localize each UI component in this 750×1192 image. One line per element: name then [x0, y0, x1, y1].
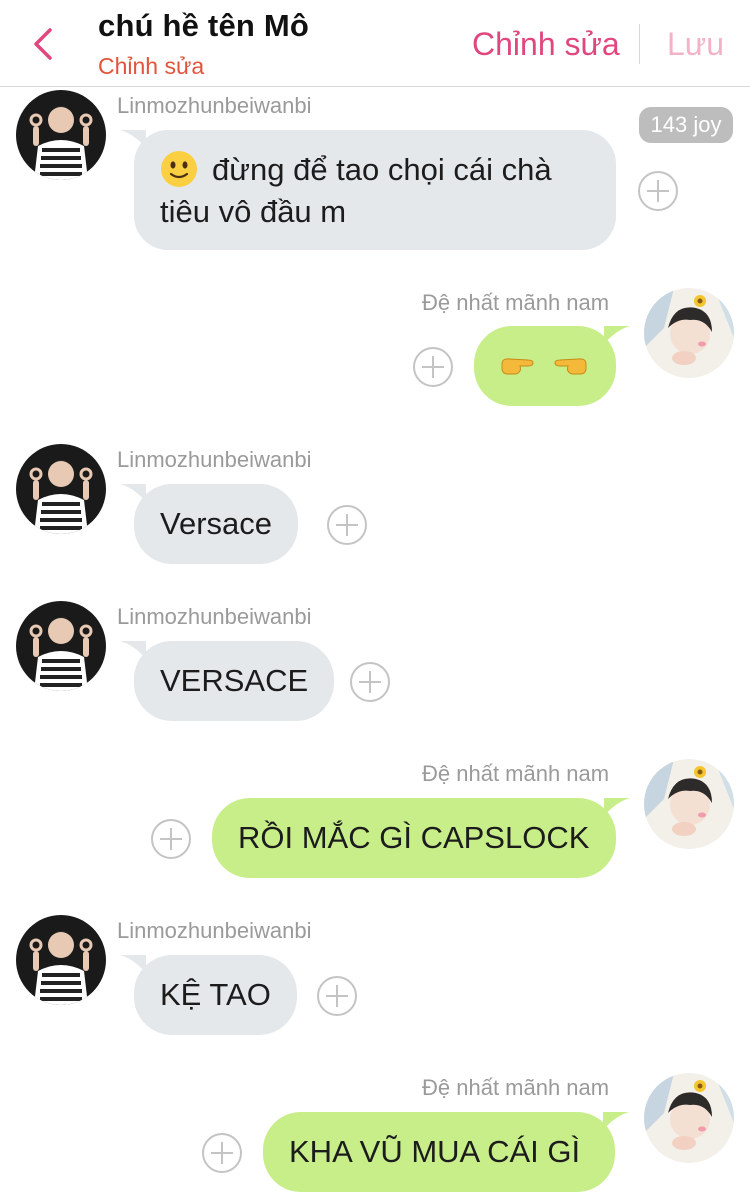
avatar[interactable] [644, 288, 734, 378]
contact-avatar-icon [16, 90, 106, 180]
bubble-tail [120, 484, 146, 502]
add-reaction-icon[interactable] [350, 662, 390, 702]
sender-name: Đệ nhất mãnh nam [422, 290, 610, 315]
message-text: đừng để tao chọi cái chà [212, 152, 552, 187]
message-text: RỒI MẮC GÌ CAPSLOCK [238, 820, 590, 855]
message-bubble[interactable]: Versace [120, 484, 299, 564]
add-reaction-icon[interactable] [202, 1133, 242, 1173]
chat-subtitle: Chỉnh sửa [98, 53, 205, 79]
sender-name: Linmozhunbeiwanbi [117, 918, 312, 943]
avatar[interactable] [16, 601, 106, 691]
add-reaction-icon[interactable] [638, 171, 678, 211]
avatar[interactable] [16, 90, 106, 180]
avatar[interactable] [16, 915, 106, 1005]
user-avatar-icon [644, 759, 734, 849]
message-bubble[interactable]: VERSACE [120, 641, 335, 721]
reaction-count-badge[interactable]: 143 joy [639, 107, 733, 143]
edit-button[interactable]: Chỉnh sửa [472, 26, 620, 63]
contact-avatar-icon [16, 915, 106, 1005]
user-avatar-icon [644, 288, 734, 378]
avatar[interactable] [16, 444, 106, 534]
message-text: Versace [160, 506, 273, 541]
message-text: KHA VŨ MUA CÁI GÌ [289, 1134, 581, 1169]
contact-avatar-icon [16, 601, 106, 691]
sender-name: Linmozhunbeiwanbi [117, 604, 312, 629]
bubble-tail [604, 798, 630, 816]
sender-name: Đệ nhất mãnh nam [422, 761, 610, 786]
add-reaction-icon[interactable] [151, 819, 191, 859]
message-text: KỆ TAO [160, 977, 271, 1012]
message-bubble[interactable]: KỆ TAO [120, 955, 297, 1035]
pointing-left-icon [554, 358, 587, 375]
avatar[interactable] [644, 759, 734, 849]
message-bubble[interactable]: RỒI MẮC GÌ CAPSLOCK [212, 798, 630, 878]
message-bubble[interactable]: đừng để tao chọi cái chà tiêu vô đầu m [120, 130, 616, 250]
bubble-tail [603, 1112, 629, 1130]
user-avatar-icon [644, 1073, 734, 1163]
bubble-tail [120, 955, 146, 973]
pointing-right-icon [501, 358, 534, 375]
bubble-tail [604, 326, 630, 344]
message-text: VERSACE [160, 663, 309, 698]
slightly-smiling-face-icon [161, 150, 197, 187]
add-reaction-icon[interactable] [327, 505, 367, 545]
header-divider [639, 24, 640, 64]
message-text: tiêu vô đầu m [160, 194, 347, 229]
sender-name: Linmozhunbeiwanbi [117, 447, 312, 472]
bubble-tail [120, 130, 146, 148]
chat-title: chú hề tên Mô [98, 8, 309, 43]
bubble-tail [120, 641, 146, 659]
sender-name: Đệ nhất mãnh nam [422, 1075, 610, 1100]
add-reaction-icon[interactable] [317, 976, 357, 1016]
save-button[interactable]: Lưu [667, 26, 724, 63]
add-reaction-icon[interactable] [413, 347, 453, 387]
contact-avatar-icon [16, 444, 106, 534]
back-chevron-icon[interactable] [28, 26, 64, 62]
message-bubble[interactable] [474, 326, 630, 406]
avatar[interactable] [644, 1073, 734, 1163]
sender-name: Linmozhunbeiwanbi [117, 93, 312, 118]
chat-header: chú hề tên Mô Chỉnh sửa Chỉnh sửa Lưu [0, 0, 750, 87]
message-bubble[interactable]: KHA VŨ MUA CÁI GÌ [263, 1112, 629, 1192]
